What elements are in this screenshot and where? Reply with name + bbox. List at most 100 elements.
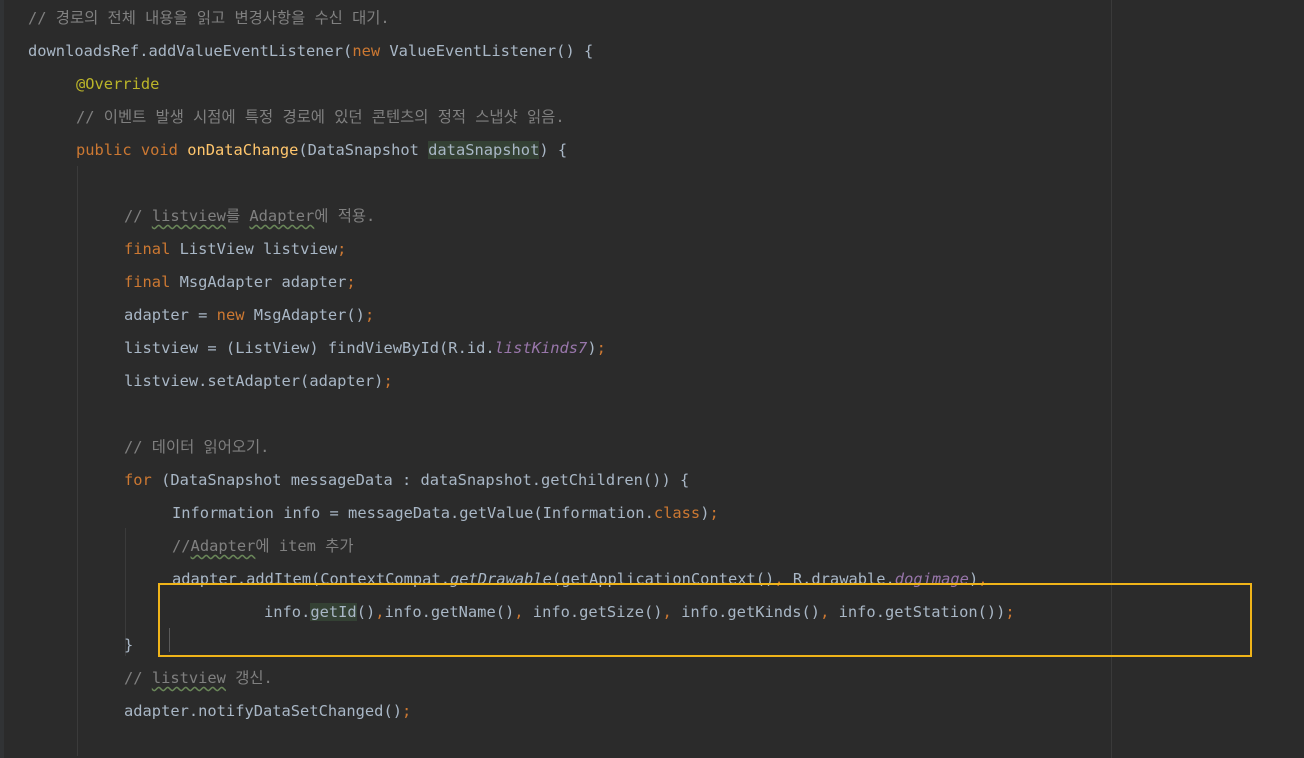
code-line[interactable]: Information info = messageData.getValue(… — [0, 497, 1304, 530]
code-line-content: info.getId(),info.getName(), info.getSiz… — [264, 596, 1015, 629]
code-line[interactable]: //Adapter에 item 추가 — [0, 530, 1304, 563]
code-token: ) — [968, 570, 979, 588]
code-token: R.drawable. — [792, 570, 895, 588]
code-token: ) { — [539, 141, 568, 159]
code-line[interactable]: // listview 갱신. — [0, 662, 1304, 695]
code-token: public void — [76, 141, 188, 159]
code-line[interactable]: // listview를 Adapter에 적용. — [0, 200, 1304, 233]
code-token: info.getSize() — [532, 603, 663, 621]
code-line[interactable]: info.getId(),info.getName(), info.getSiz… — [0, 596, 1304, 629]
code-token: info.getKinds() — [681, 603, 821, 621]
code-line[interactable]: public void onDataChange(DataSnapshot da… — [0, 134, 1304, 167]
code-token: , — [662, 603, 682, 621]
code-token: new — [216, 306, 254, 324]
code-token: Adapter — [190, 537, 256, 555]
code-token: ValueEventListener() { — [380, 42, 594, 60]
code-token: 에 적용. — [314, 207, 376, 225]
code-token: MsgAdapter adapter — [179, 273, 347, 291]
code-line[interactable]: adapter.addItem(ContextCompat.getDrawabl… — [0, 563, 1304, 596]
code-token: , — [514, 603, 533, 621]
code-line-content: listview.setAdapter(adapter); — [124, 365, 393, 398]
code-token: ; — [364, 306, 375, 324]
code-token: adapter = — [124, 306, 217, 324]
code-token: final — [124, 240, 180, 258]
code-token: ; — [596, 339, 606, 357]
code-line-content: @Override — [76, 68, 159, 101]
code-line[interactable] — [0, 167, 1304, 200]
code-line[interactable]: // 경로의 전체 내용을 읽고 변경사항을 수신 대기. — [0, 2, 1304, 35]
code-token: , — [774, 570, 793, 588]
code-line-content: downloadsRef.addValueEventListener(new V… — [28, 35, 593, 68]
code-token: Adapter — [249, 207, 315, 225]
code-line-content: // 데이터 읽어오기. — [124, 431, 269, 464]
code-line-content: // 경로의 전체 내용을 읽고 변경사항을 수신 대기. — [28, 2, 390, 35]
code-line[interactable]: listview.setAdapter(adapter); — [0, 365, 1304, 398]
code-token: // — [172, 537, 191, 555]
code-token: ; — [401, 702, 412, 720]
code-token: // 데이터 읽어오기. — [124, 438, 270, 456]
code-line[interactable]: final ListView listview; — [0, 233, 1304, 266]
code-token: ; — [1005, 603, 1015, 621]
code-line[interactable]: downloadsRef.addValueEventListener(new V… — [0, 35, 1304, 68]
code-line[interactable]: adapter = new MsgAdapter(); — [0, 299, 1304, 332]
code-lines: // 경로의 전체 내용을 읽고 변경사항을 수신 대기. downloadsR… — [0, 2, 1304, 728]
code-line-content: } — [124, 629, 133, 662]
code-line-content: adapter = new MsgAdapter(); — [124, 299, 374, 332]
code-token: 갱신. — [225, 669, 273, 687]
code-line-content: //Adapter에 item 추가 — [172, 530, 354, 563]
code-line[interactable]: // 데이터 읽어오기. — [0, 431, 1304, 464]
code-token: () — [356, 603, 376, 621]
code-line[interactable] — [0, 398, 1304, 431]
code-line-content: for (DataSnapshot messageData : dataSnap… — [124, 464, 689, 497]
code-token: 를 — [225, 207, 250, 225]
code-token: ; — [346, 273, 356, 291]
code-line-content: listview = (ListView) findViewById(R.id.… — [124, 332, 606, 365]
code-line[interactable]: // 이벤트 발생 시점에 특정 경로에 있던 콘텐츠의 정적 스냅샷 읽음. — [0, 101, 1304, 134]
code-token: onDataChange — [187, 141, 299, 159]
code-token: , — [978, 570, 988, 588]
code-line[interactable]: adapter.notifyDataSetChanged(); — [0, 695, 1304, 728]
code-token: new — [352, 42, 381, 60]
code-token: info. — [264, 603, 311, 621]
code-line[interactable]: listview = (ListView) findViewById(R.id.… — [0, 332, 1304, 365]
code-line-content: adapter.addItem(ContextCompat.getDrawabl… — [172, 563, 988, 596]
code-token: // 경로의 전체 내용을 읽고 변경사항을 수신 대기. — [28, 9, 390, 27]
code-line-content: Information info = messageData.getValue(… — [172, 497, 719, 530]
code-token: ; — [383, 372, 393, 390]
code-token: // 이벤트 발생 시점에 특정 경로에 있던 콘텐츠의 정적 스냅샷 읽음. — [76, 108, 565, 126]
code-token: adapter.notifyDataSetChanged() — [124, 702, 402, 720]
code-line[interactable]: for (DataSnapshot messageData : dataSnap… — [0, 464, 1304, 497]
code-token: } — [124, 636, 134, 654]
code-line-content: // listview 갱신. — [124, 662, 273, 695]
code-token: getDrawable — [449, 570, 552, 588]
code-line[interactable]: } — [0, 629, 1304, 662]
code-token: ; — [709, 504, 719, 522]
code-token: // — [124, 669, 152, 687]
code-token: ; — [337, 240, 347, 258]
code-token: 에 item 추가 — [255, 537, 354, 555]
code-token: class — [653, 504, 701, 522]
code-token: , — [820, 603, 839, 621]
code-token: getId — [310, 603, 357, 621]
code-token: info.getName() — [384, 603, 515, 621]
code-token: ) — [587, 339, 597, 357]
code-token: // — [124, 207, 152, 225]
code-token: final — [124, 273, 180, 291]
code-editor[interactable]: // 경로의 전체 내용을 읽고 변경사항을 수신 대기. downloadsR… — [0, 0, 1304, 758]
code-token: listview — [151, 669, 226, 687]
code-token: listview.setAdapter(adapter) — [124, 372, 384, 390]
code-line[interactable]: final MsgAdapter adapter; — [0, 266, 1304, 299]
code-token: listview = (ListView) findViewById(R.id. — [124, 339, 495, 357]
code-token: (DataSnapshot messageData : dataSnapshot… — [161, 471, 690, 489]
code-token: Information info = messageData.getValue(… — [172, 504, 654, 522]
code-token: adapter.addItem(ContextCompat. — [172, 570, 450, 588]
code-line-content: // 이벤트 발생 시점에 특정 경로에 있던 콘텐츠의 정적 스냅샷 읽음. — [76, 101, 565, 134]
code-token: , — [375, 603, 385, 621]
code-token: for — [124, 471, 162, 489]
code-line-content: adapter.notifyDataSetChanged(); — [124, 695, 411, 728]
code-line-content: final MsgAdapter adapter; — [124, 266, 356, 299]
code-token: @Override — [76, 75, 160, 93]
code-token: info.getStation()) — [838, 603, 1006, 621]
code-line[interactable]: @Override — [0, 68, 1304, 101]
code-token: dogimage — [894, 570, 969, 588]
